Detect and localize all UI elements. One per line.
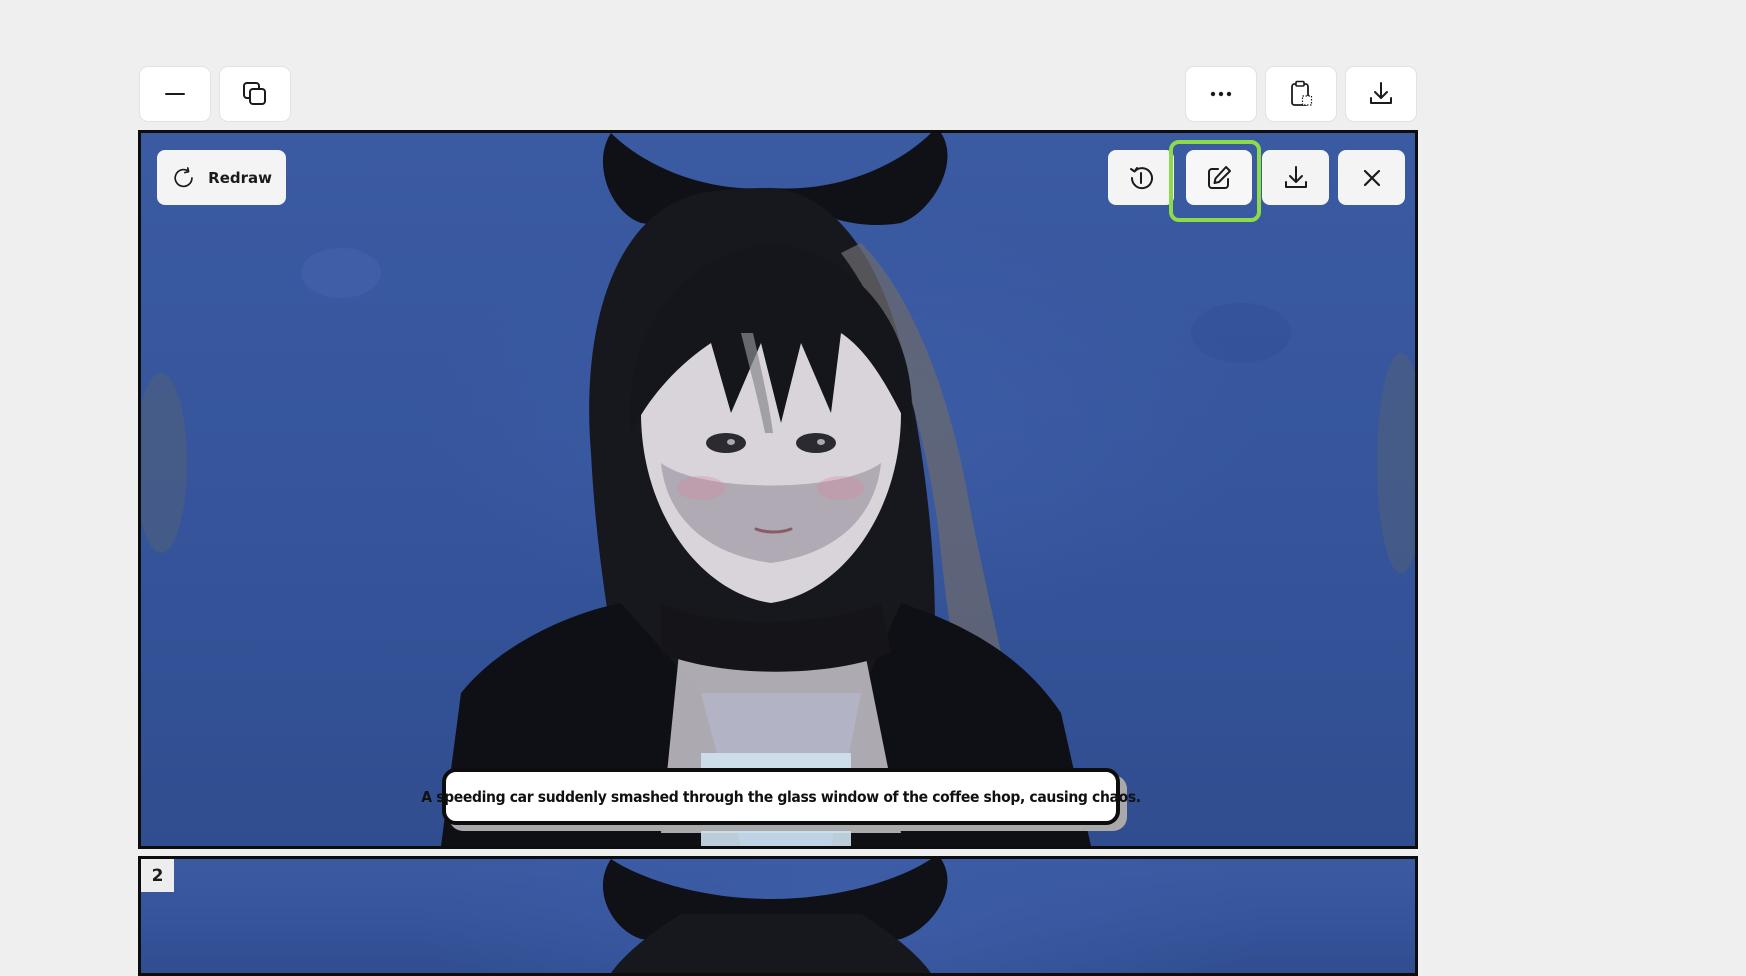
refresh-icon (174, 166, 193, 187)
download-icon (1370, 82, 1392, 104)
close-icon (1363, 169, 1380, 186)
download-icon (1284, 165, 1307, 188)
panel-download-button[interactable] (1262, 150, 1329, 205)
caption-text: A speeding car suddenly smashed through … (421, 787, 1141, 806)
paste-button[interactable] (1265, 66, 1337, 122)
panel-image (141, 859, 1415, 973)
minus-icon (165, 93, 185, 95)
comic-panel-1[interactable]: Redraw A speeding car suddenly smashed t… (138, 130, 1418, 849)
clipboard-icon (1291, 80, 1313, 106)
redraw-label: Redraw (208, 168, 272, 187)
close-panel-button[interactable] (1338, 150, 1405, 205)
duplicate-button[interactable] (219, 66, 291, 122)
more-button[interactable] (1185, 66, 1257, 122)
edit-button-highlight (1169, 140, 1261, 222)
more-horizontal-icon (1210, 91, 1232, 97)
panel-number: 2 (141, 859, 174, 892)
download-all-button[interactable] (1345, 66, 1417, 122)
comic-panel-2[interactable]: 2 (138, 856, 1418, 976)
copy-icon (243, 82, 266, 105)
panel-image (141, 133, 1415, 846)
caption-box[interactable]: A speeding car suddenly smashed through … (421, 768, 1141, 825)
history-button[interactable] (1108, 150, 1174, 205)
history-icon (1130, 166, 1153, 189)
collapse-button[interactable] (139, 66, 211, 122)
redraw-button[interactable]: Redraw (157, 150, 286, 205)
